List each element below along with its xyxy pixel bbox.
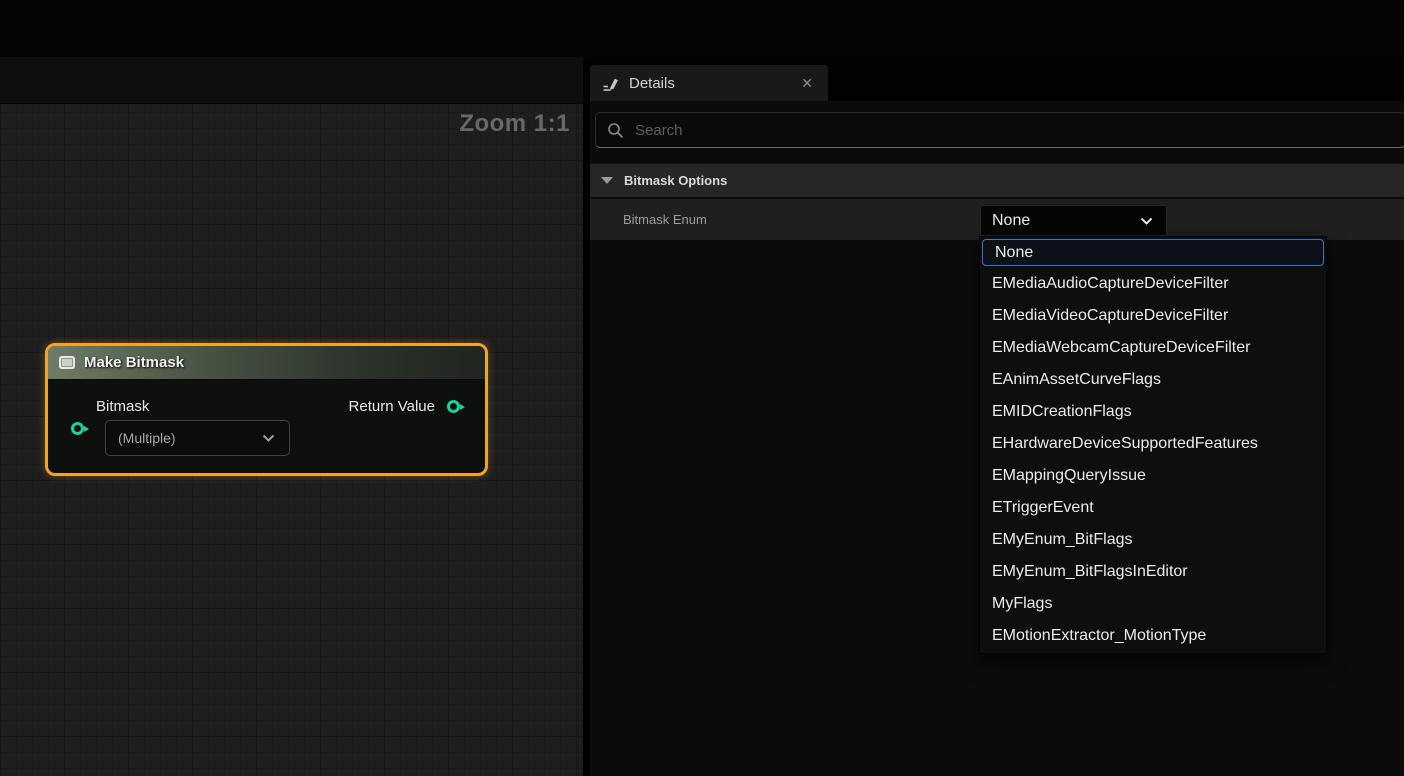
node-title: Make Bitmask [84,354,184,371]
bitmask-options-header[interactable]: Bitmask Options [590,163,1404,197]
enum-option[interactable]: EMyEnum_BitFlagsInEditor [980,556,1326,588]
top-bar [0,0,1404,57]
enum-option[interactable]: ETriggerEvent [980,492,1326,524]
return-value-label: Return Value [349,398,435,415]
make-bitmask-node[interactable]: Make Bitmask Bitmask (Multiple) Return V… [45,343,488,476]
enum-option[interactable]: EMediaVideoCaptureDeviceFilter [980,300,1326,332]
combobox-value: None [992,212,1030,230]
node-body-container: Make Bitmask Bitmask (Multiple) Return V… [48,346,485,473]
enum-option[interactable]: EMediaWebcamCaptureDeviceFilter [980,332,1326,364]
enum-option[interactable]: EHardwareDeviceSupportedFeatures [980,428,1326,460]
enum-option[interactable]: EMotionExtractor_MotionType [980,620,1326,652]
bitmask-input-pin[interactable] [71,422,84,435]
node-header[interactable]: Make Bitmask [48,346,485,380]
search-input[interactable] [633,121,1394,140]
enum-option[interactable]: EMyEnum_BitFlags [980,524,1326,556]
details-panel: Details ✕ Bitmask Options Bitmask Enum N… [590,57,1404,776]
bitmask-enum-combobox[interactable]: None [980,205,1167,236]
zoom-indicator: Zoom 1:1 [459,110,570,138]
enum-option[interactable]: EMediaAudioCaptureDeviceFilter [980,268,1326,300]
graph-canvas[interactable]: Zoom 1:1 Make Bitmask Bitmask (Multiple)… [0,57,583,776]
search-icon [607,122,624,139]
enum-option[interactable]: EMappingQueryIssue [980,460,1326,492]
bitmask-enum-label: Bitmask Enum [590,212,707,227]
section-title: Bitmask Options [624,173,727,188]
bitmask-pin-label: Bitmask [96,398,149,415]
enum-option[interactable]: EAnimAssetCurveFlags [980,364,1326,396]
multiselect-value: (Multiple) [118,430,176,446]
chevron-down-icon [1140,217,1153,225]
enum-dropdown-menu: None EMediaAudioCaptureDeviceFilter EMed… [979,236,1327,654]
enum-option-none[interactable]: None [982,239,1324,266]
enum-option[interactable]: EMIDCreationFlags [980,396,1326,428]
bitmask-multiselect-dropdown[interactable]: (Multiple) [105,420,290,456]
graph-toolbar [0,57,583,104]
node-body: Bitmask (Multiple) Return Value [48,380,485,473]
collapse-arrow-icon [601,177,613,184]
make-struct-icon [59,356,75,369]
details-icon [602,75,619,92]
details-tab[interactable]: Details ✕ [590,65,828,101]
details-tab-label: Details [629,75,788,92]
search-field[interactable] [595,112,1404,148]
close-icon[interactable]: ✕ [798,75,816,92]
return-value-output-pin[interactable] [447,400,460,413]
enum-option[interactable]: MyFlags [980,588,1326,620]
chevron-down-icon [262,434,275,442]
